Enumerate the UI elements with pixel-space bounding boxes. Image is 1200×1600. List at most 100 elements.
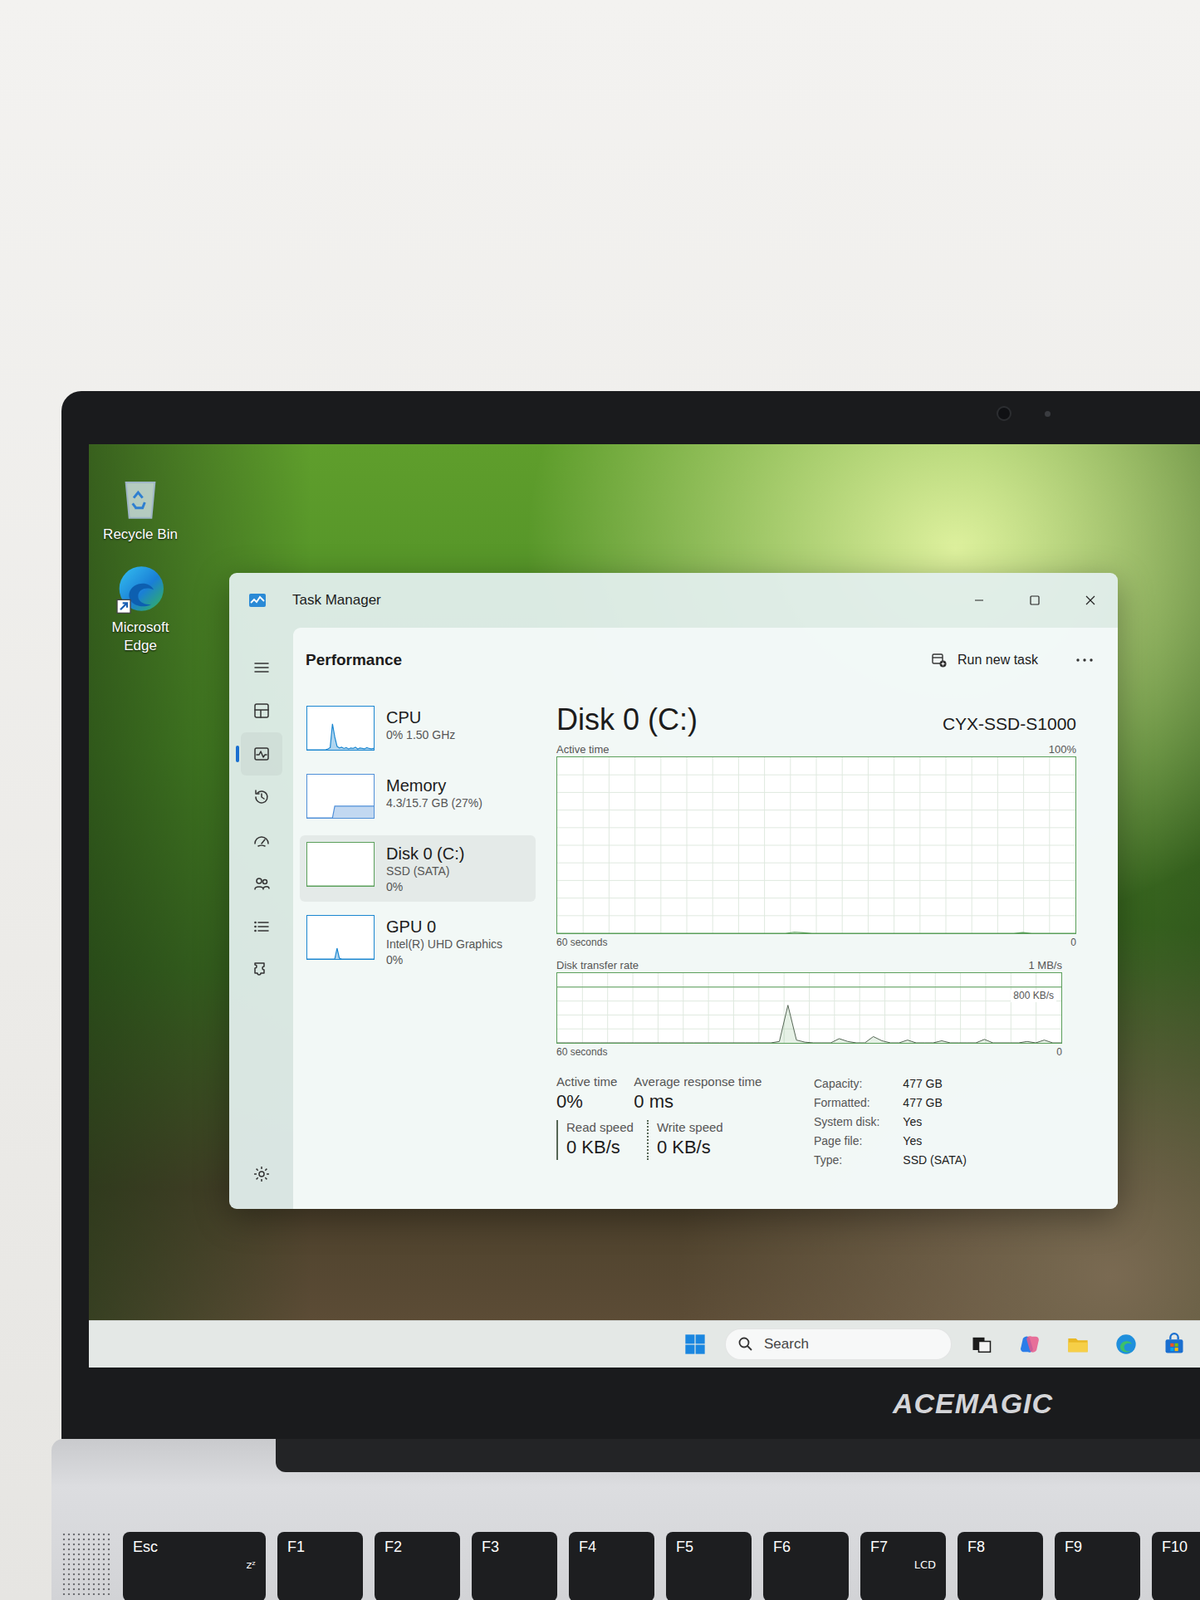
services-icon: [252, 960, 271, 980]
search-icon: [737, 1336, 755, 1353]
axis-min: 0: [1070, 935, 1077, 951]
device-name: Disk 0 (C:): [386, 843, 465, 864]
device-item[interactable]: Disk 0 (C:)SSD (SATA)0%: [299, 835, 536, 902]
selection-indicator: [235, 745, 240, 763]
axis-min: 0: [1056, 1045, 1063, 1060]
device-detail: SSD (SATA): [386, 863, 465, 880]
history-icon: [252, 788, 271, 807]
mini-graph: [306, 915, 375, 960]
keyboard-key[interactable]: F6: [763, 1532, 849, 1600]
taskbar: Search: [88, 1320, 1200, 1368]
desktop-shortcut[interactable]: Microsoft Edge: [98, 562, 182, 656]
axis-mid: 800 KB/s: [1010, 989, 1057, 1003]
property-value: SSD (SATA): [902, 1151, 967, 1171]
taskbar-app[interactable]: [1107, 1326, 1145, 1363]
taskbar-app[interactable]: [963, 1326, 1000, 1363]
desktop-shortcut[interactable]: Recycle Bin: [98, 469, 182, 544]
maximize-icon: [1028, 593, 1042, 608]
device-name: GPU 0: [386, 916, 503, 937]
keyboard-key[interactable]: F4: [568, 1532, 655, 1600]
startup-icon: [252, 831, 271, 850]
device-name: Memory: [386, 775, 483, 796]
nav-item[interactable]: [240, 905, 283, 949]
performance-icon: [252, 744, 271, 764]
disk-detail: Disk 0 (C:)CYX-SSD-S1000Active time100%6…: [542, 692, 1118, 1210]
nav-item[interactable]: [240, 862, 283, 906]
taskbar-app[interactable]: [1011, 1326, 1049, 1363]
users-icon: [252, 874, 271, 893]
property-value: Yes: [902, 1112, 967, 1132]
task-manager-icon: [247, 590, 268, 611]
device-item[interactable]: GPU 0Intel(R) UHD Graphics0%: [299, 908, 536, 975]
hinge: [275, 1439, 1200, 1473]
screen: Recycle Bin Microsoft Edge Task Manager Per…: [88, 444, 1200, 1368]
more-icon: [1074, 656, 1095, 664]
menu-icon: [252, 658, 271, 677]
bezel: ACEMAGIC: [88, 1367, 1200, 1440]
brand-logo: ACEMAGIC: [892, 1387, 1054, 1421]
settings-icon: [252, 1165, 271, 1184]
speed-stat: Write speed0 KB/s: [646, 1120, 724, 1160]
details-icon: [252, 917, 271, 936]
store-icon: [1162, 1332, 1186, 1357]
device-detail: 0%: [386, 879, 465, 896]
settings-nav-item[interactable]: [240, 1152, 283, 1196]
more-button[interactable]: [1067, 650, 1102, 671]
device-name: CPU: [386, 707, 456, 728]
new-task-icon: [930, 651, 948, 669]
maximize-button[interactable]: [1006, 573, 1063, 628]
transfer-rate-chart: 800 KB/s: [556, 972, 1063, 1044]
device-detail: 0%: [386, 952, 503, 969]
nav-item[interactable]: [240, 775, 283, 819]
taskbar-app[interactable]: [1059, 1326, 1097, 1363]
keyboard-key[interactable]: F8: [957, 1532, 1044, 1600]
photo-scene: Recycle Bin Microsoft Edge Task Manager Per…: [0, 0, 1200, 1600]
nav-item[interactable]: [240, 689, 283, 733]
laptop-lid: Recycle Bin Microsoft Edge Task Manager Per…: [61, 391, 1200, 1440]
speaker-grille: [61, 1532, 112, 1596]
keyboard-key[interactable]: F3: [471, 1532, 558, 1600]
speed-stat: Read speed0 KB/s: [556, 1120, 634, 1160]
stat: Average response time0 ms: [633, 1074, 762, 1114]
axis-max: 1 MB/s: [1028, 958, 1063, 973]
keyboard-key[interactable]: F9: [1054, 1532, 1141, 1600]
nav-item[interactable]: [240, 818, 283, 863]
recycle-bin-icon: [113, 469, 167, 523]
taskbar-app[interactable]: [1155, 1326, 1193, 1363]
webcam-icon: [996, 406, 1051, 422]
active-time-plot: [557, 757, 1076, 934]
run-new-task-button[interactable]: Run new task: [922, 646, 1047, 674]
nav-item[interactable]: [240, 732, 283, 776]
keyboard-key[interactable]: F1: [277, 1532, 363, 1600]
device-item[interactable]: CPU0% 1.50 GHz: [299, 699, 536, 761]
title-bar: Task Manager: [229, 573, 1118, 628]
axis-span: 60 seconds: [556, 1045, 608, 1060]
stat: Active time0%: [556, 1074, 618, 1114]
nav-item[interactable]: [240, 646, 283, 690]
keyboard-key[interactable]: F7LCD: [860, 1532, 946, 1600]
keyboard-key[interactable]: F2: [374, 1532, 461, 1600]
property-label: System disk:: [813, 1112, 880, 1132]
device-item[interactable]: Memory4.3/15.7 GB (27%): [299, 767, 536, 829]
keyboard-key[interactable]: Esczᶻ: [122, 1532, 266, 1600]
edge-icon: [1114, 1332, 1138, 1357]
minimize-button[interactable]: [950, 573, 1007, 628]
device-detail: 0% 1.50 GHz: [386, 727, 456, 744]
page-title: Performance: [305, 651, 402, 670]
window-title: Task Manager: [292, 592, 382, 609]
keyboard-key[interactable]: F10: [1151, 1532, 1200, 1600]
property-value: Yes: [902, 1131, 967, 1152]
close-button[interactable]: [1062, 573, 1118, 628]
nav-item[interactable]: [240, 948, 283, 992]
search-box[interactable]: Search: [724, 1328, 952, 1361]
performance-page: PerformanceRun new taskCPU0% 1.50 GHzMem…: [293, 627, 1118, 1210]
start-button[interactable]: [676, 1326, 714, 1363]
mini-graph: [306, 773, 375, 819]
minimize-icon: [972, 593, 986, 608]
mini-graph: [306, 842, 375, 887]
keyboard-key[interactable]: F5: [666, 1532, 752, 1600]
device-detail: 4.3/15.7 GB (27%): [386, 795, 483, 812]
explorer-icon: [1066, 1332, 1090, 1357]
function-key-row: EsczᶻF1F2F3F4F5F6F7LCDF8F9F10: [51, 1532, 1200, 1600]
keyboard-deck: EsczᶻF1F2F3F4F5F6F7LCDF8F9F10: [51, 1439, 1200, 1600]
